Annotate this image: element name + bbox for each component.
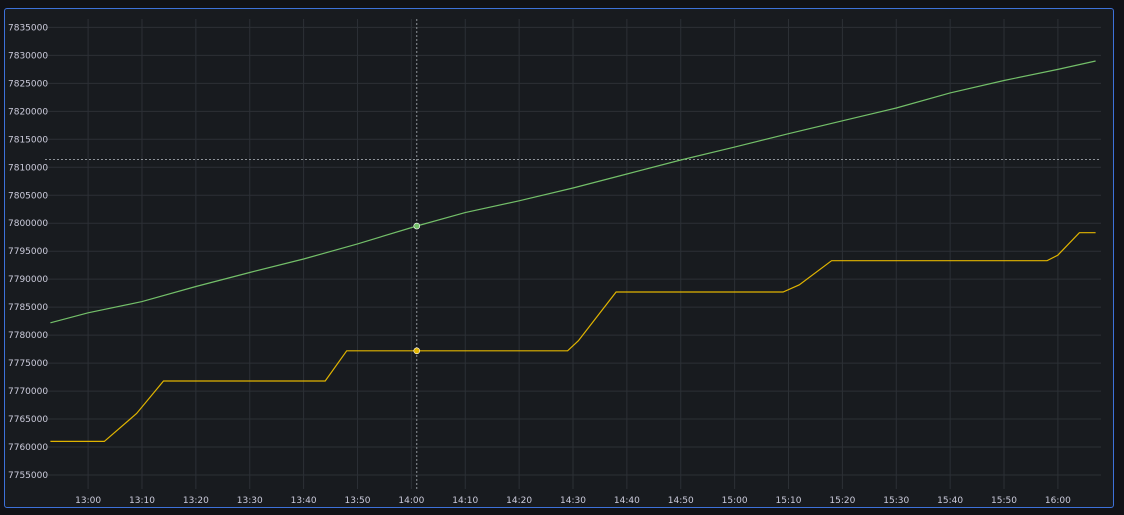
y-tick-label: 7820000 [8,107,48,117]
x-tick-label: 15:50 [991,496,1017,506]
y-tick-label: 7770000 [8,387,48,397]
y-tick-label: 7800000 [8,219,48,229]
y-tick-label: 7785000 [8,303,48,313]
y-tick-label: 7830000 [8,51,48,61]
x-tick-label: 13:10 [129,496,155,506]
series-hover-point-1 [413,222,421,230]
chart-panel: 7755000 7760000 7765000 7770000 7775000 77800… [4,8,1114,508]
x-tick-label: 14:40 [614,496,640,506]
x-tick-label: 13:00 [75,496,101,506]
y-tick-label: 7815000 [8,135,48,145]
y-tick-label: 7835000 [8,23,48,33]
x-tick-label: 16:00 [1045,496,1071,506]
y-tick-label: 7755000 [8,471,48,481]
x-tick-label: 15:00 [722,496,748,506]
x-tick-label: 14:10 [452,496,478,506]
x-tick-label: 15:40 [937,496,963,506]
x-tick-label: 14:00 [398,496,424,506]
y-tick-label: 7825000 [8,79,48,89]
y-tick-label: 7790000 [8,275,48,285]
y-tick-label: 7795000 [8,247,48,257]
y-tick-label: 7805000 [8,191,48,201]
x-tick-label: 13:40 [291,496,317,506]
y-tick-label: 7780000 [8,331,48,341]
series-hover-point-2 [413,347,421,355]
x-tick-label: 15:10 [776,496,802,506]
x-tick-label: 15:20 [829,496,855,506]
x-tick-label: 13:20 [183,496,209,506]
y-tick-label: 7760000 [8,443,48,453]
y-tick-label: 7810000 [8,163,48,173]
time-series-chart: 7755000 7760000 7765000 7770000 7775000 77800… [8,19,1101,506]
y-tick-label: 7775000 [8,359,48,369]
x-tick-label: 14:30 [560,496,586,506]
x-tick-label: 13:50 [345,496,371,506]
x-tick-label: 14:50 [668,496,694,506]
x-tick-label: 15:30 [883,496,909,506]
x-tick-label: 13:30 [237,496,263,506]
x-tick-label: 14:20 [506,496,532,506]
y-tick-label: 7765000 [8,415,48,425]
